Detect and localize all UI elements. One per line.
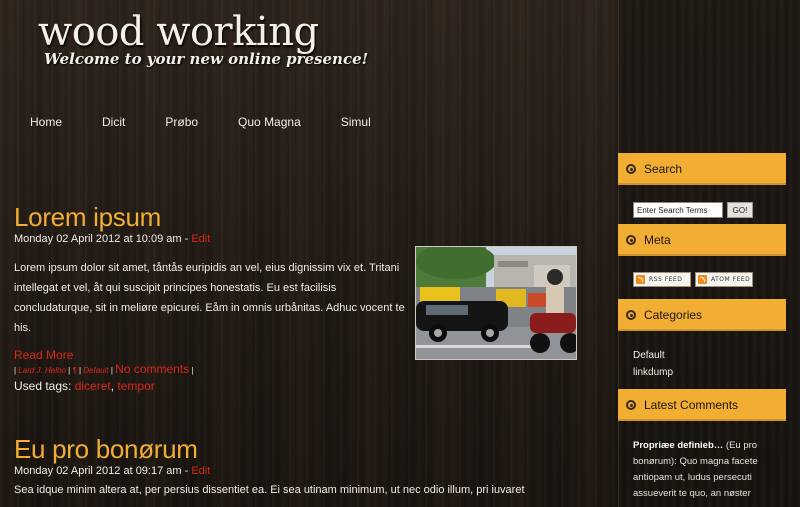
- search-go-button[interactable]: GO!: [727, 202, 753, 218]
- categories-widget-title: Categories: [644, 308, 703, 322]
- search-widget-title: Search: [644, 162, 683, 176]
- post-body: Lorem ipsum dolor sit amet, tåntås eurip…: [14, 262, 405, 334]
- site-logo[interactable]: wood working Welcome to your new online …: [38, 10, 368, 68]
- post-date-text: Monday 02 April 2012 at 09:17 am -: [14, 465, 192, 477]
- rss-feed-button[interactable]: RSS FEED: [633, 272, 691, 287]
- post-date-text: Monday 02 April 2012 at 10:09 am -: [14, 233, 192, 245]
- category-link-linkdump[interactable]: linkdump: [633, 367, 673, 378]
- atom-feed-label: ATOM FEED: [711, 276, 751, 283]
- latest-comment-item: Propriæe definieb… (Eu pro bonørum): Quo…: [633, 438, 773, 502]
- circle-bullet-icon: [626, 310, 636, 320]
- nav-item-dicit[interactable]: Dicit: [102, 115, 125, 129]
- circle-bullet-icon: [626, 235, 636, 245]
- post-title[interactable]: Eu pro bonørum: [14, 434, 198, 465]
- site-title[interactable]: wood working: [38, 10, 368, 54]
- latest-comments-widget-header: Latest Comments: [618, 389, 786, 421]
- nav-item-simul[interactable]: Simul: [341, 115, 371, 129]
- categories-widget-header: Categories: [618, 299, 786, 331]
- rss-feed-label: RSS FEED: [649, 276, 683, 283]
- atom-feed-button[interactable]: ATOM FEED: [695, 272, 753, 287]
- site-tagline: Welcome to your new online presence!: [44, 50, 369, 68]
- comment-author-link[interactable]: Propriæe definieb…: [633, 440, 723, 451]
- post-date: Monday 02 April 2012 at 09:17 am - Edit: [14, 465, 210, 477]
- category-link[interactable]: Default: [83, 366, 108, 375]
- category-link-default[interactable]: Default: [633, 350, 665, 361]
- tag-link-diceret[interactable]: diceret: [75, 379, 111, 393]
- post-body: Sea idque minim altera at, per persius d…: [14, 484, 525, 496]
- post-title[interactable]: Lorem ipsum: [14, 202, 161, 233]
- read-more-link[interactable]: Read More: [14, 348, 73, 362]
- circle-bullet-icon: [626, 400, 636, 410]
- street-photo-svg: [416, 247, 576, 359]
- meta-separator: |: [189, 366, 194, 375]
- tags-label: Used tags:: [14, 379, 75, 393]
- comments-link[interactable]: No comments: [115, 362, 189, 376]
- circle-bullet-icon: [626, 164, 636, 174]
- author-link[interactable]: Lard J. Helbo: [18, 366, 66, 375]
- nav-item-probo[interactable]: Prøbo: [165, 115, 198, 129]
- nav-item-quo-magna[interactable]: Quo Magna: [238, 115, 301, 129]
- nav-item-home[interactable]: Home: [30, 115, 62, 129]
- latest-comments-widget-title: Latest Comments: [644, 398, 739, 412]
- post-meta: | Lard J. Helbo | ¶ | Default | No comme…: [14, 362, 194, 376]
- meta-widget-header: Meta: [618, 224, 786, 256]
- post-date: Monday 02 April 2012 at 10:09 am - Edit: [14, 233, 210, 245]
- meta-widget-title: Meta: [644, 233, 671, 247]
- edit-link[interactable]: Edit: [191, 465, 210, 477]
- search-input[interactable]: [633, 202, 723, 218]
- main-nav: Home Dicit Prøbo Quo Magna Simul: [0, 115, 381, 129]
- edit-link[interactable]: Edit: [191, 233, 210, 245]
- search-widget-header: Search: [618, 153, 786, 185]
- rss-icon: [698, 275, 707, 284]
- post-image-street-scene: [415, 246, 577, 360]
- post-tags: Used tags: diceret, tempor: [14, 379, 155, 393]
- rss-icon: [636, 275, 645, 284]
- tag-link-tempor[interactable]: tempor: [117, 379, 154, 393]
